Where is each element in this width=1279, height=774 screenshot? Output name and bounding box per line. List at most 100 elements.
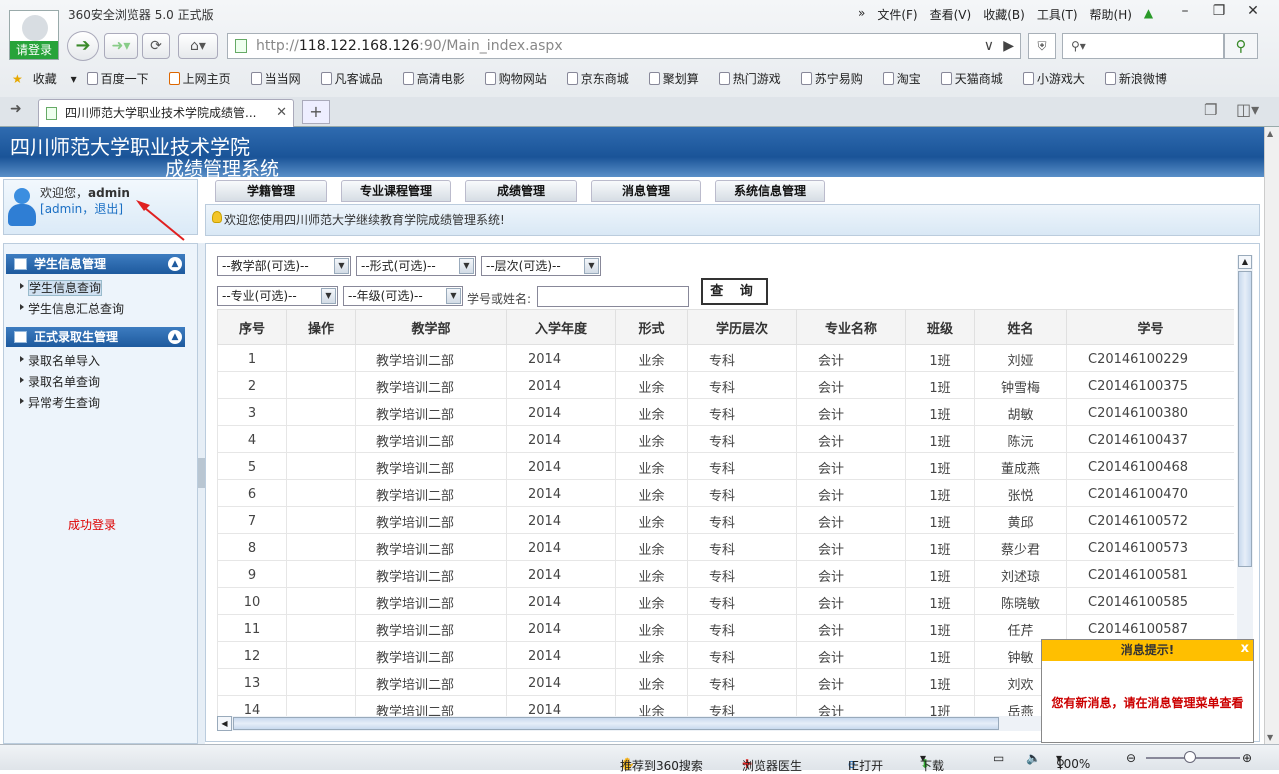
table-row[interactable]: 6 教学培训二部 2014 业余 专科 会计 1班 张悦 C20146100470 bbox=[217, 479, 1234, 507]
restore-icon[interactable]: ❐ bbox=[1202, 0, 1236, 24]
minimize-icon[interactable]: – bbox=[1168, 0, 1202, 24]
bookmark-item[interactable]: 京东商城 bbox=[566, 70, 639, 87]
shield-icon[interactable]: ⛨ bbox=[1028, 33, 1056, 59]
table-cell: 业余 bbox=[615, 371, 688, 399]
tab-active[interactable]: 四川师范大学职业技术学院成绩管... ✕ bbox=[38, 99, 294, 127]
grade-select[interactable]: --年级(可选)-- ▼ bbox=[343, 286, 463, 306]
table-row[interactable]: 5 教学培训二部 2014 业余 专科 会计 1班 董成燕 C20146100468 bbox=[217, 452, 1234, 480]
table-row[interactable]: 11 教学培训二部 2014 业余 专科 会计 1班 任芹 C20146100587 bbox=[217, 614, 1234, 642]
browser-avatar[interactable]: 请登录 bbox=[9, 10, 59, 60]
column-header: 操作 bbox=[286, 309, 356, 345]
tab-system[interactable]: 系统信息管理 bbox=[715, 180, 825, 202]
screen-icon[interactable]: ▭ bbox=[993, 751, 1004, 765]
search-button[interactable]: ⚲ bbox=[1224, 33, 1258, 59]
home-button[interactable]: ⌂▾ bbox=[178, 33, 218, 59]
menu-tools[interactable]: 工具(T) bbox=[1037, 6, 1078, 23]
sidebar-item-query-list[interactable]: 录取名单查询 bbox=[19, 373, 100, 390]
popup-close-icon[interactable]: x bbox=[1241, 641, 1249, 656]
collapse-icon[interactable]: ▲ bbox=[168, 257, 182, 271]
new-tab-button[interactable]: + bbox=[302, 100, 330, 124]
tab-messages[interactable]: 消息管理 bbox=[591, 180, 701, 202]
keyword-input[interactable] bbox=[537, 286, 689, 307]
tab-student-records[interactable]: 学籍管理 bbox=[215, 180, 327, 202]
department-select[interactable]: --教学部(可选)-- ▼ bbox=[217, 256, 351, 276]
bookmark-item[interactable]: 上网主页 bbox=[168, 70, 241, 87]
sidebar-section-admission[interactable]: 正式录取生管理 ▲ bbox=[6, 327, 185, 347]
speaker-icon[interactable]: 🔈 bbox=[1026, 751, 1041, 765]
search-engine-icon[interactable]: ⚲▾ bbox=[1071, 39, 1086, 53]
refresh-button[interactable]: ⟳ bbox=[142, 33, 170, 59]
bookmark-item[interactable]: 凡客诚品 bbox=[320, 70, 393, 87]
menu-favorites[interactable]: 收藏(B) bbox=[983, 6, 1025, 23]
tab-courses[interactable]: 专业课程管理 bbox=[341, 180, 451, 202]
scroll-up-icon[interactable]: ▲ bbox=[1267, 129, 1273, 138]
scroll-left-icon[interactable]: ◀ bbox=[217, 716, 232, 731]
zoom-in-icon[interactable]: ⊕ bbox=[1242, 751, 1252, 765]
sidebar-section-student-info[interactable]: 学生信息管理 ▲ bbox=[6, 254, 185, 274]
collapse-icon[interactable]: ▲ bbox=[168, 330, 182, 344]
sidebar-item-student-summary[interactable]: 学生信息汇总查询 bbox=[19, 300, 124, 317]
bookmark-item[interactable]: 当当网 bbox=[250, 70, 311, 87]
bookmark-item[interactable]: 新浪微博 bbox=[1104, 70, 1177, 87]
go-icon[interactable]: ▶ bbox=[1003, 34, 1014, 58]
address-bar[interactable]: http://118.122.168.126:90/Main_index.asp… bbox=[227, 33, 1021, 59]
chevron-down-icon[interactable]: ∨ bbox=[984, 34, 994, 58]
table-row[interactable]: 1 教学培训二部 2014 业余 专科 会计 1班 刘娅 C20146100229 bbox=[217, 344, 1234, 372]
query-button[interactable]: 查 询 bbox=[701, 278, 768, 305]
bookmark-item[interactable]: 购物网站 bbox=[484, 70, 557, 87]
browser-login-button[interactable]: 请登录 bbox=[10, 41, 58, 59]
trash-icon[interactable]: ◫▾ bbox=[1236, 100, 1259, 119]
page-vertical-scrollbar[interactable]: ▲ ▼ bbox=[1264, 127, 1279, 744]
close-icon[interactable]: ✕ bbox=[1236, 0, 1270, 24]
table-row[interactable]: 3 教学培训二部 2014 业余 专科 会计 1班 胡敏 C20146100380 bbox=[217, 398, 1234, 426]
sidebar-toggle-icon[interactable]: ➜ bbox=[10, 101, 22, 117]
zoom-out-icon[interactable]: ⊖ bbox=[1126, 751, 1136, 765]
search-input[interactable]: ⚲▾ bbox=[1062, 33, 1224, 59]
table-row[interactable]: 8 教学培训二部 2014 业余 专科 会计 1班 蔡少君 C20146100573 bbox=[217, 533, 1234, 561]
page-icon bbox=[566, 72, 578, 85]
table-row[interactable]: 2 教学培训二部 2014 业余 专科 会计 1班 钟雪梅 C20146100375 bbox=[217, 371, 1234, 399]
scroll-up-icon[interactable]: ▲ bbox=[1238, 255, 1252, 269]
level-select[interactable]: --层次(可选)-- ▼ bbox=[481, 256, 601, 276]
bookmark-item[interactable]: 聚划算 bbox=[648, 70, 709, 87]
scroll-thumb[interactable] bbox=[1238, 271, 1252, 567]
bookmark-item[interactable]: 淘宝 bbox=[882, 70, 931, 87]
menu-view[interactable]: 查看(V) bbox=[930, 6, 972, 23]
sidebar-item-abnormal[interactable]: 异常考生查询 bbox=[19, 394, 100, 411]
table-row[interactable]: 10 教学培训二部 2014 业余 专科 会计 1班 陈晓敏 C20146100585 bbox=[217, 587, 1234, 615]
table-row[interactable]: 9 教学培训二部 2014 业余 专科 会计 1班 刘述琼 C20146100581 bbox=[217, 560, 1234, 588]
bookmark-favorites[interactable]: ★ 收藏 ▾ bbox=[12, 70, 77, 87]
bookmark-item[interactable]: 天猫商城 bbox=[940, 70, 1013, 87]
bookmark-item[interactable]: 苏宁易购 bbox=[800, 70, 873, 87]
scroll-thumb[interactable] bbox=[233, 717, 999, 730]
major-select[interactable]: --专业(可选)-- ▼ bbox=[217, 286, 338, 306]
menu-file[interactable]: 文件(F) bbox=[877, 6, 917, 23]
splitter[interactable] bbox=[198, 243, 205, 744]
download-button[interactable]: ⬇ 下载 ▾ bbox=[920, 751, 944, 773]
sidebar-item-student-query[interactable]: 学生信息查询 bbox=[19, 279, 103, 296]
zoom-control[interactable]: ⚲ 100% ▾ bbox=[1056, 751, 1090, 771]
sidebar-item-import-list[interactable]: 录取名单导入 bbox=[19, 352, 100, 369]
tab-grades[interactable]: 成绩管理 bbox=[465, 180, 577, 202]
table-cell: 业余 bbox=[615, 425, 688, 453]
account-link[interactable]: admin bbox=[45, 202, 83, 216]
forward-button[interactable]: ➜▾ bbox=[104, 33, 138, 59]
table-row[interactable]: 7 教学培训二部 2014 业余 专科 会计 1班 黄邱 C20146100572 bbox=[217, 506, 1234, 534]
scroll-down-icon[interactable]: ▼ bbox=[1267, 733, 1273, 742]
skin-icon[interactable]: ▲ bbox=[1144, 6, 1153, 23]
tab-close-icon[interactable]: ✕ bbox=[276, 100, 287, 126]
column-header: 入学年度 bbox=[506, 309, 616, 345]
form-select[interactable]: --形式(可选)-- ▼ bbox=[356, 256, 476, 276]
back-button[interactable]: ➔ bbox=[67, 31, 99, 61]
restore-tabs-icon[interactable]: ❐ bbox=[1204, 101, 1217, 119]
table-row[interactable]: 4 教学培训二部 2014 业余 专科 会计 1班 陈沅 C20146100437 bbox=[217, 425, 1234, 453]
menu-help[interactable]: 帮助(H) bbox=[1090, 6, 1132, 23]
logout-link[interactable]: 退出 bbox=[94, 202, 118, 216]
bookmark-item[interactable]: 百度一下 bbox=[86, 70, 159, 87]
bookmark-item[interactable]: 小游戏大 bbox=[1022, 70, 1095, 87]
splitter-handle[interactable] bbox=[198, 458, 205, 488]
bookmark-item[interactable]: 热门游戏 bbox=[718, 70, 791, 87]
zoom-slider-handle[interactable] bbox=[1184, 751, 1196, 763]
menu-more[interactable]: » bbox=[858, 6, 865, 23]
bookmark-item[interactable]: 高清电影 bbox=[402, 70, 475, 87]
